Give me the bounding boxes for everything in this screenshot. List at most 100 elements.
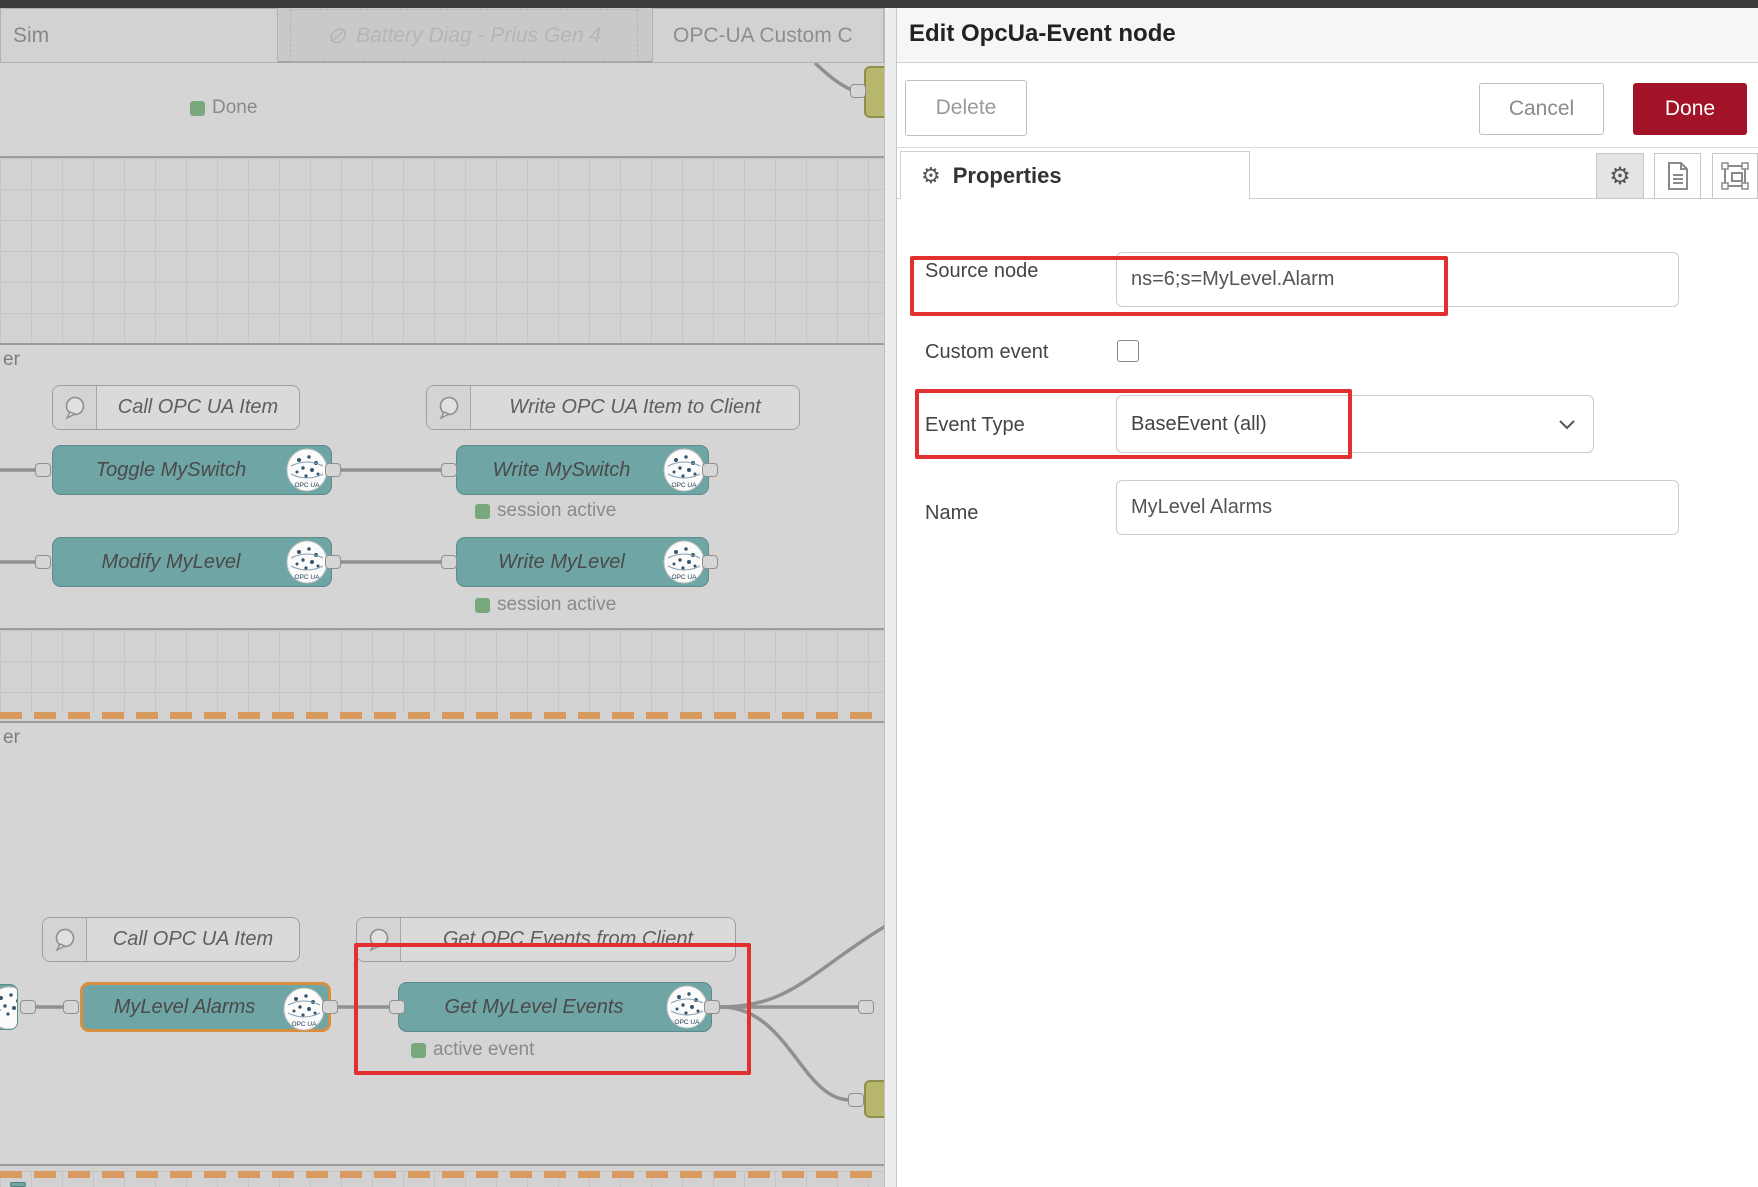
node-label: Write MyLevel [465, 538, 658, 586]
delete-button[interactable]: Delete [905, 80, 1027, 136]
opcua-badge-icon: OPC UA [662, 540, 706, 584]
edit-panel: Edit OpcUa-Event node Delete Cancel Done… [897, 8, 1758, 1187]
node-label: Get MyLevel Events [407, 983, 661, 1031]
node-port[interactable] [325, 463, 341, 477]
event-type-select[interactable]: BaseEvent (all) [1116, 395, 1594, 453]
node-status-session-active: session active [475, 594, 616, 616]
svg-text:OPC UA: OPC UA [292, 1021, 318, 1028]
custom-event-label: Custom event [925, 341, 1048, 364]
comment-bubble-icon [53, 386, 97, 429]
node-port[interactable] [850, 84, 866, 98]
opcua-badge-icon: OPC UA [285, 448, 329, 492]
comment-node[interactable]: Write OPC UA Item to Client [426, 385, 800, 430]
panel-resize-handle[interactable] [884, 8, 897, 1187]
node-port[interactable] [441, 555, 457, 569]
opcua-badge-icon: OPC UA [662, 448, 706, 492]
disabled-flow-icon: ⊘ [327, 22, 346, 49]
opcua-badge-icon: OPC UA [665, 985, 709, 1029]
status-text: session active [497, 500, 616, 522]
properties-tab-button[interactable]: ⚙ [1596, 153, 1644, 199]
status-dot [190, 101, 205, 116]
source-node-label: Source node [925, 260, 1038, 283]
comment-label: Call OPC UA Item [87, 918, 299, 961]
comment-label: Get OPC Events from Client [401, 918, 735, 961]
comment-bubble-icon [43, 918, 87, 961]
window-top-strip [0, 0, 1758, 8]
wire[interactable] [721, 1007, 850, 1100]
opcua-node-modify-mylevel[interactable]: Modify MyLevel OPC UA [52, 537, 332, 587]
tab-properties[interactable]: ⚙ Properties [900, 151, 1250, 199]
opcua-badge-icon: OPC UA [282, 987, 326, 1031]
wire[interactable] [816, 64, 852, 90]
opcua-node-toggle-myswitch[interactable]: Toggle MySwitch OPC UA [52, 445, 332, 495]
node-port[interactable] [20, 1000, 36, 1014]
name-label: Name [925, 502, 978, 525]
node-port[interactable] [322, 1000, 338, 1014]
link-node-stub[interactable] [864, 1080, 884, 1118]
flow-workspace[interactable]: er er Done [0, 63, 884, 1187]
name-input[interactable] [1116, 480, 1679, 535]
comment-bubble-icon [357, 918, 401, 961]
status-dot [411, 1043, 426, 1058]
appearance-icon [1721, 162, 1749, 190]
node-port[interactable] [35, 463, 51, 477]
node-port[interactable] [858, 1000, 874, 1014]
custom-event-checkbox[interactable] [1117, 340, 1139, 362]
opcua-node-mylevel-alarms[interactable]: MyLevel Alarms OPC UA [80, 982, 331, 1032]
node-port[interactable] [389, 1000, 405, 1014]
tab-properties-label: Properties [953, 163, 1062, 189]
done-button[interactable]: Done [1633, 83, 1747, 135]
tab-battery-diag[interactable]: ⊘ Battery Diag - Prius Gen 4 [290, 9, 638, 62]
node-label: Toggle MySwitch [61, 446, 281, 494]
node-port[interactable] [441, 463, 457, 477]
comment-node[interactable]: Call OPC UA Item [42, 917, 300, 962]
status-dot [475, 504, 490, 519]
flow-tabbar: Sim ⊘ Battery Diag - Prius Gen 4 OPC-UA … [0, 8, 884, 63]
node-port[interactable] [702, 555, 718, 569]
appearance-tab-button[interactable] [1712, 153, 1758, 199]
link-node-stub[interactable] [864, 66, 884, 118]
node-label: Modify MyLevel [61, 538, 281, 586]
node-port[interactable] [702, 463, 718, 477]
opcua-node-write-myswitch[interactable]: Write MySwitch OPC UA [456, 445, 709, 495]
status-text: Done [212, 97, 257, 119]
comment-node[interactable]: Get OPC Events from Client [356, 917, 736, 962]
description-tab-button[interactable] [1654, 153, 1701, 199]
opcua-node-cutoff[interactable] [0, 984, 18, 1030]
node-red-window: Sim ⊘ Battery Diag - Prius Gen 4 OPC-UA … [0, 0, 1758, 1187]
node-label: Write MySwitch [465, 446, 658, 494]
chevron-down-icon [1559, 420, 1575, 430]
tab-opcua-custom[interactable]: OPC-UA Custom C [652, 8, 884, 63]
opcua-badge-icon [0, 986, 18, 1030]
tab-sim[interactable]: Sim [0, 8, 278, 63]
comment-label: Call OPC UA Item [97, 386, 299, 429]
opcua-node-write-mylevel[interactable]: Write MyLevel OPC UA [456, 537, 709, 587]
cancel-button[interactable]: Cancel [1479, 83, 1604, 135]
svg-text:OPC UA: OPC UA [675, 1019, 701, 1026]
node-port[interactable] [704, 1000, 720, 1014]
node-status-done: Done [190, 97, 257, 119]
event-type-value: BaseEvent (all) [1131, 413, 1267, 436]
node-port[interactable] [848, 1093, 864, 1107]
source-node-input[interactable] [1116, 252, 1679, 307]
panel-title: Edit OpcUa-Event node [909, 20, 1176, 48]
node-port[interactable] [325, 555, 341, 569]
comment-label: Write OPC UA Item to Client [471, 386, 799, 429]
svg-text:OPC UA: OPC UA [672, 574, 698, 581]
cancel-button-label: Cancel [1509, 97, 1574, 121]
svg-text:OPC UA: OPC UA [295, 482, 321, 489]
node-port[interactable] [63, 1000, 79, 1014]
status-text: active event [433, 1039, 534, 1061]
gear-icon: ⚙ [921, 163, 941, 189]
tab-opcua-custom-label: OPC-UA Custom C [673, 24, 853, 48]
node-port[interactable] [35, 555, 51, 569]
opcua-badge-icon: OPC UA [285, 540, 329, 584]
comment-node[interactable]: Call OPC UA Item [52, 385, 300, 430]
edit-panel-header: Edit OpcUa-Event node [897, 8, 1758, 63]
svg-text:OPC UA: OPC UA [295, 574, 321, 581]
event-type-label: Event Type [925, 414, 1025, 437]
opcua-node-get-mylevel-events[interactable]: Get MyLevel Events OPC UA [398, 982, 712, 1032]
document-icon [1666, 162, 1690, 190]
wire[interactable] [721, 927, 884, 1007]
node-sliver-bottom [10, 1182, 26, 1187]
